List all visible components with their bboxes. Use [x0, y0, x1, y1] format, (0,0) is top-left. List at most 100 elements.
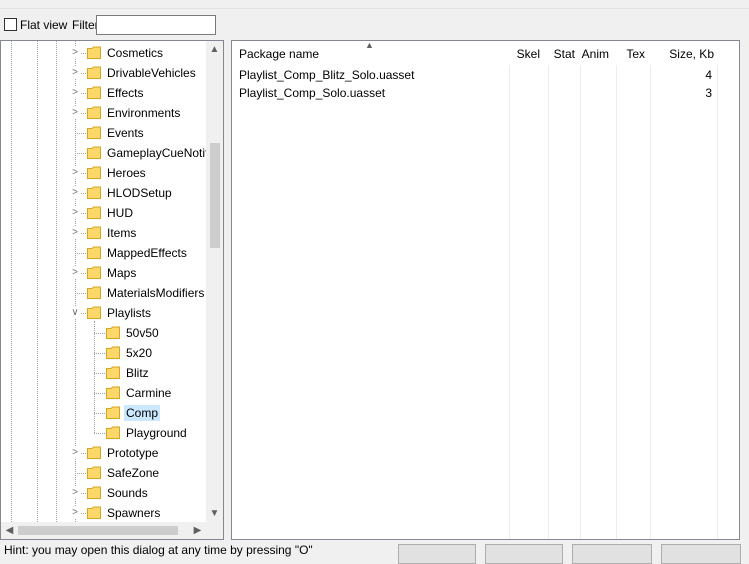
- tree-item[interactable]: > Cosmetics: [1, 43, 206, 63]
- tree-item[interactable]: Blitz: [1, 363, 206, 383]
- tree-item-label: HUD: [107, 206, 133, 220]
- tree-item-label: Playlists: [107, 306, 152, 320]
- folder-icon: [87, 186, 101, 199]
- folder-icon: [87, 166, 101, 179]
- footer-button[interactable]: [485, 544, 563, 564]
- tree-item[interactable]: 5x20: [1, 343, 206, 363]
- tree-item-label: GameplayCueNotifies: [107, 146, 206, 160]
- chevron-right-icon[interactable]: >: [70, 47, 80, 59]
- table-row[interactable]: Playlist_Comp_Blitz_Solo.uasset 4: [232, 66, 739, 84]
- tree-guide-line: [75, 293, 86, 294]
- scroll-left-icon[interactable]: ◀: [1, 522, 18, 539]
- package-name-cell: Playlist_Comp_Solo.uasset: [239, 86, 386, 100]
- column-header-tex[interactable]: Tex: [617, 41, 645, 65]
- footer-button[interactable]: [398, 544, 476, 564]
- tree-guide-line: [94, 433, 105, 434]
- size-cell: 3: [705, 86, 712, 100]
- folder-icon: [87, 306, 101, 319]
- tree-item[interactable]: > Items: [1, 223, 206, 243]
- size-cell: 4: [705, 68, 712, 82]
- chevron-right-icon[interactable]: >: [70, 187, 80, 199]
- tree-item[interactable]: Carmine: [1, 383, 206, 403]
- tree-item[interactable]: MaterialsModifiers: [1, 283, 206, 303]
- tree-item[interactable]: > Effects: [1, 83, 206, 103]
- chevron-right-icon[interactable]: >: [70, 267, 80, 279]
- chevron-right-icon[interactable]: >: [70, 487, 80, 499]
- tree-item-label: Maps: [107, 266, 137, 280]
- column-separator: [717, 41, 718, 539]
- column-separator: [548, 41, 549, 539]
- tree-item-label: 5x20: [126, 346, 153, 360]
- tree-item-label: Spawners: [107, 506, 161, 520]
- tree-item[interactable]: > HLODSetup: [1, 183, 206, 203]
- tree-item[interactable]: > HUD: [1, 203, 206, 223]
- flat-view-checkbox[interactable]: [4, 18, 17, 31]
- chevron-right-icon[interactable]: >: [70, 227, 80, 239]
- chevron-right-icon[interactable]: >: [70, 507, 80, 519]
- package-list[interactable]: ▲ Package name Skel Stat Anim Tex Size, …: [231, 40, 740, 540]
- column-header-size[interactable]: Size, Kb: [651, 41, 714, 65]
- folder-icon: [87, 226, 101, 239]
- footer-button[interactable]: [661, 544, 741, 564]
- tree-guide-line: [94, 333, 105, 334]
- column-separator: [616, 41, 617, 539]
- tree-item[interactable]: Comp: [1, 403, 206, 423]
- tree-guide-line: [94, 413, 105, 414]
- column-separator: [650, 41, 651, 539]
- tree-item[interactable]: > Heroes: [1, 163, 206, 183]
- chevron-right-icon[interactable]: >: [70, 167, 80, 179]
- tree-item-label: SafeZone: [107, 466, 160, 480]
- folder-icon: [106, 386, 120, 399]
- filter-input[interactable]: [96, 15, 216, 35]
- tree-guide-line: [75, 153, 86, 154]
- tree-vertical-scrollbar[interactable]: ▲ ▼: [206, 41, 223, 522]
- tree-item[interactable]: Events: [1, 123, 206, 143]
- column-header-anim[interactable]: Anim: [581, 41, 609, 65]
- tree-horizontal-scrollbar[interactable]: ◀ ▶: [1, 522, 206, 539]
- column-separator: [509, 41, 510, 539]
- chevron-down-icon[interactable]: ∨: [70, 307, 80, 319]
- scroll-right-icon[interactable]: ▶: [189, 522, 206, 539]
- folder-icon: [87, 126, 101, 139]
- tree-item[interactable]: ∨ Playlists: [1, 303, 206, 323]
- chevron-right-icon[interactable]: >: [70, 87, 80, 99]
- tree-item[interactable]: > Environments: [1, 103, 206, 123]
- tree-item[interactable]: > Sounds: [1, 483, 206, 503]
- table-row[interactable]: Playlist_Comp_Solo.uasset 3: [232, 84, 739, 102]
- chevron-right-icon[interactable]: >: [70, 447, 80, 459]
- tree-item[interactable]: > Spawners: [1, 503, 206, 522]
- folder-icon: [87, 86, 101, 99]
- tree-item[interactable]: SafeZone: [1, 463, 206, 483]
- footer-button[interactable]: [572, 544, 652, 564]
- scrollbar-corner: [206, 522, 223, 539]
- tree-item-label: Prototype: [107, 446, 159, 460]
- tree-item[interactable]: Playground: [1, 423, 206, 443]
- tree-item-label: Carmine: [126, 386, 172, 400]
- scroll-down-icon[interactable]: ▼: [206, 505, 223, 522]
- folder-icon: [87, 466, 101, 479]
- column-header-stat[interactable]: Stat: [549, 41, 575, 65]
- tree-item[interactable]: > DrivableVehicles: [1, 63, 206, 83]
- chevron-right-icon[interactable]: >: [70, 107, 80, 119]
- tree-item-label: Heroes: [107, 166, 146, 180]
- chevron-right-icon[interactable]: >: [70, 67, 80, 79]
- tree-item-label: DrivableVehicles: [107, 66, 196, 80]
- scroll-up-icon[interactable]: ▲: [206, 41, 223, 58]
- tree-item[interactable]: 50v50: [1, 323, 206, 343]
- tree-item[interactable]: MappedEffects: [1, 243, 206, 263]
- tree-item-label: 50v50: [126, 326, 159, 340]
- flat-view-label[interactable]: Flat view: [20, 18, 67, 32]
- list-header: ▲ Package name Skel Stat Anim Tex Size, …: [232, 41, 739, 65]
- tree-item[interactable]: > Prototype: [1, 443, 206, 463]
- tree-item[interactable]: > Maps: [1, 263, 206, 283]
- column-header-package-name[interactable]: Package name: [239, 41, 319, 65]
- chevron-right-icon[interactable]: >: [70, 207, 80, 219]
- tree-item[interactable]: GameplayCueNotifies: [1, 143, 206, 163]
- tree-hscroll-thumb[interactable]: [18, 526, 178, 535]
- tree-item-label: Sounds: [107, 486, 148, 500]
- tree-guide-line: [75, 473, 86, 474]
- column-header-skel[interactable]: Skel: [510, 41, 540, 65]
- folder-tree[interactable]: > Cosmetics > DrivableVehicles > Effects > Envi…: [0, 40, 224, 540]
- folder-icon: [106, 426, 120, 439]
- tree-vscroll-thumb[interactable]: [210, 143, 220, 248]
